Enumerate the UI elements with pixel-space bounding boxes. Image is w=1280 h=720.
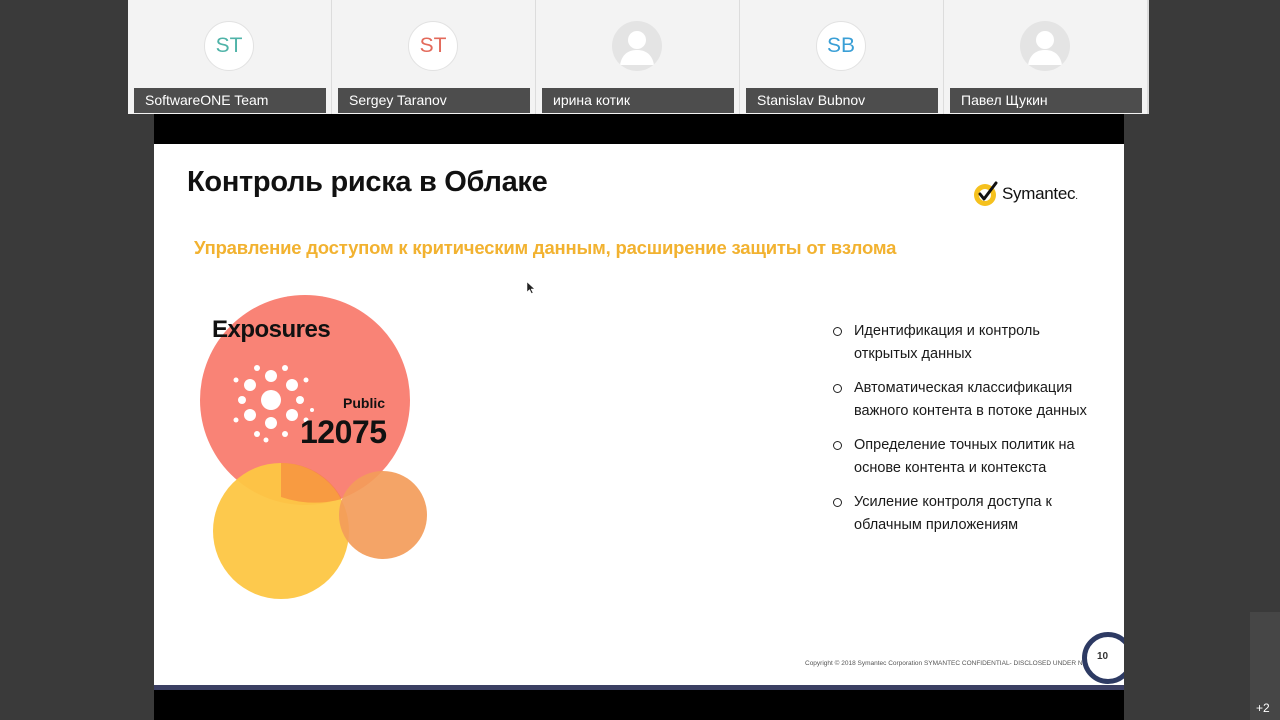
avatar: SB [816, 21, 866, 71]
orange-bubble [339, 471, 427, 559]
public-count: 12075 [300, 414, 387, 450]
participant-name: ирина котик [542, 88, 734, 113]
bullet-item: Определение точных политик на основе кон… [831, 434, 1101, 480]
exposures-label: Exposures [212, 316, 331, 343]
user-silhouette-icon [612, 21, 662, 71]
participant-name: Stanislav Bubnov [746, 88, 938, 113]
participant-tile[interactable]: Павел Щукин [944, 0, 1147, 114]
participant-tile[interactable]: ST SoftwareONE Team [128, 0, 331, 114]
avatar: ST [204, 21, 254, 71]
avatar-initials: ST [215, 34, 243, 57]
more-participants-count[interactable]: +2 [1256, 701, 1270, 715]
bullet-circle-icon [833, 327, 842, 336]
slide-footer-bar [154, 685, 1124, 690]
bullet-circle-icon [833, 498, 842, 507]
shared-screen[interactable]: Контроль риска в Облаке Symantec. Управл… [154, 114, 1124, 720]
bullet-item: Усиление контроля доступа к облачным при… [831, 491, 1101, 537]
mouse-cursor-icon [527, 282, 535, 294]
participant-strip: ST SoftwareONE Team ST Sergey Taranov ир… [128, 0, 1149, 114]
bullet-circle-icon [833, 384, 842, 393]
avatar: ST [408, 21, 458, 71]
avatar-initials: ST [419, 34, 447, 57]
presentation-slide: Контроль риска в Облаке Symantec. Управл… [154, 144, 1124, 685]
bullet-circle-icon [833, 441, 842, 450]
participant-name: Павел Щукин [950, 88, 1142, 113]
copyright-text: Copyright © 2018 Symantec Corporation SY… [805, 660, 1092, 667]
participant-tile[interactable]: ST Sergey Taranov [332, 0, 535, 114]
participant-tile[interactable]: SB Stanislav Bubnov [740, 0, 943, 114]
bullet-item: Автоматическая классификация важного кон… [831, 377, 1101, 423]
page-number: 10 [1097, 651, 1109, 662]
bullet-list: Идентификация и контроль открытых данных… [831, 320, 1101, 548]
avatar-initials: SB [826, 34, 855, 57]
user-silhouette-icon [1020, 21, 1070, 71]
participant-tile[interactable]: ирина котик [536, 0, 739, 114]
participant-name: SoftwareONE Team [134, 88, 326, 113]
participant-name: Sergey Taranov [338, 88, 530, 113]
public-label: Public [343, 395, 386, 411]
bullet-item: Идентификация и контроль открытых данных [831, 320, 1101, 366]
